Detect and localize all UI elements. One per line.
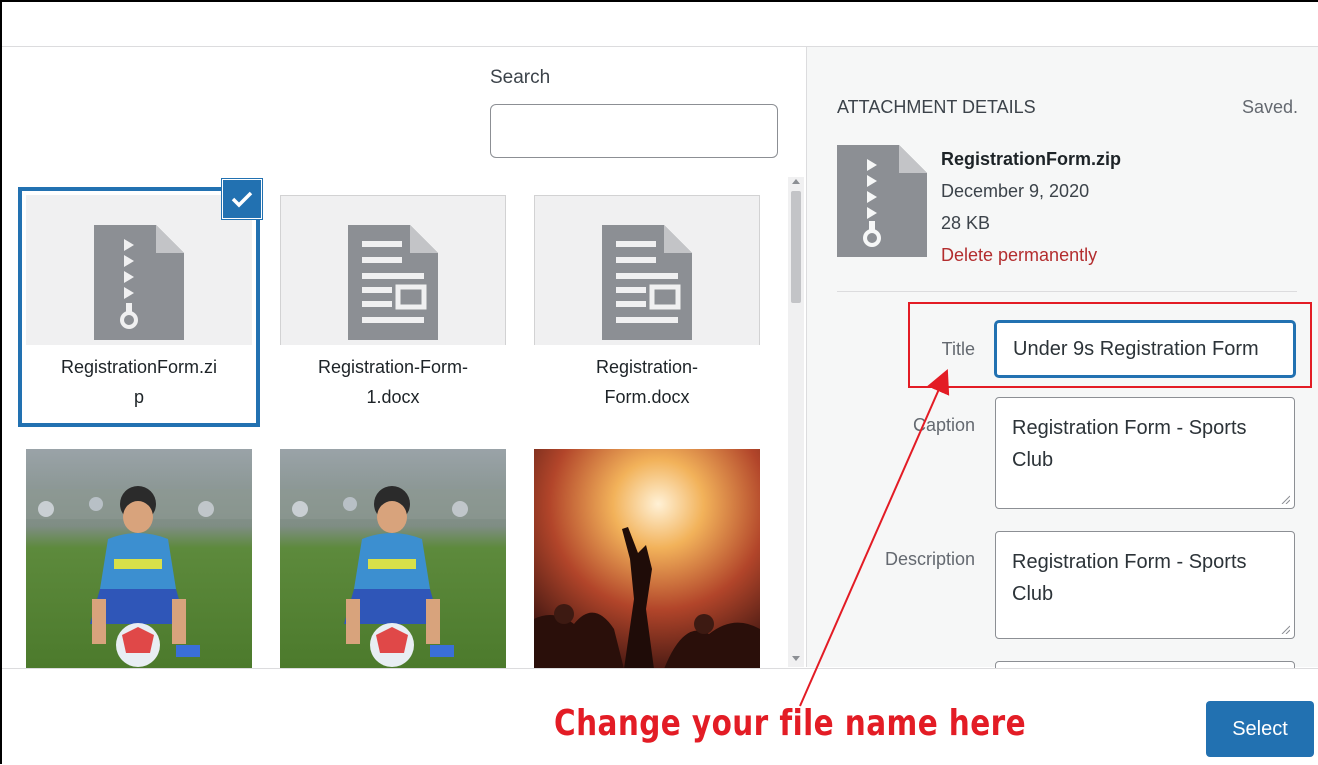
library-scrollbar[interactable] <box>788 177 804 667</box>
upload-date: December 9, 2020 <box>941 181 1090 201</box>
attachment-tile-zip[interactable]: RegistrationForm.zi p <box>26 195 252 419</box>
delete-permanently-link[interactable]: Delete permanently <box>941 239 1121 271</box>
title-highlight-box <box>908 302 1312 388</box>
scroll-down-icon[interactable] <box>792 656 800 661</box>
attachment-filename: RegistrationForm.zip <box>941 149 1122 169</box>
attachment-photo-boy-2[interactable] <box>280 449 506 669</box>
search-input[interactable] <box>490 104 778 158</box>
annotation-text: Change your file name here <box>554 703 1027 744</box>
attachment-tile-docx-2[interactable]: Registration- Form.docx <box>534 195 760 419</box>
boy-with-ball-image <box>26 449 252 669</box>
attachment-filename: Registration-Form- 1.docx <box>280 345 506 419</box>
description-textarea[interactable]: Registration Form - Sports Club <box>995 531 1295 639</box>
zip-file-icon <box>94 225 184 340</box>
scroll-up-icon[interactable] <box>792 179 800 184</box>
caption-text: Registration Form - Sports Club <box>1012 417 1247 471</box>
selected-check-icon[interactable] <box>223 180 261 218</box>
attachment-filename: Registration- Form.docx <box>534 345 760 419</box>
media-library-panel: Search RegistrationForm.zi p Registration… <box>2 47 806 669</box>
modal-header <box>2 2 1318 47</box>
document-file-icon <box>348 225 438 340</box>
zip-file-icon <box>837 145 927 257</box>
resize-handle-icon[interactable] <box>1280 494 1290 504</box>
attachment-photo-concert[interactable] <box>534 449 760 669</box>
divider <box>837 291 1297 292</box>
search-label: Search <box>490 67 551 88</box>
caption-label: Caption <box>912 415 975 435</box>
attachment-photo-boy-1[interactable] <box>26 449 252 669</box>
boy-with-ball-image <box>280 449 506 669</box>
modal-footer: Change your file name here Select <box>2 668 1318 765</box>
concert-crowd-image <box>534 449 760 669</box>
attachment-info: RegistrationForm.zip December 9, 2020 28… <box>941 143 1121 271</box>
scroll-thumb[interactable] <box>791 191 801 303</box>
attachment-tile-docx-1[interactable]: Registration-Form- 1.docx <box>280 195 506 419</box>
description-label: Description <box>884 549 975 569</box>
description-text: Registration Form - Sports Club <box>1012 551 1247 605</box>
resize-handle-icon[interactable] <box>1280 624 1290 634</box>
attachment-filename: RegistrationForm.zip <box>26 345 252 419</box>
saved-status: Saved. <box>1241 97 1298 117</box>
caption-textarea[interactable]: Registration Form - Sports Club <box>995 397 1295 509</box>
select-button[interactable]: Select <box>1206 701 1314 757</box>
file-size: 28 KB <box>941 213 991 233</box>
attachment-details-heading: Attachment Details <box>837 97 1036 117</box>
document-file-icon <box>602 225 692 340</box>
